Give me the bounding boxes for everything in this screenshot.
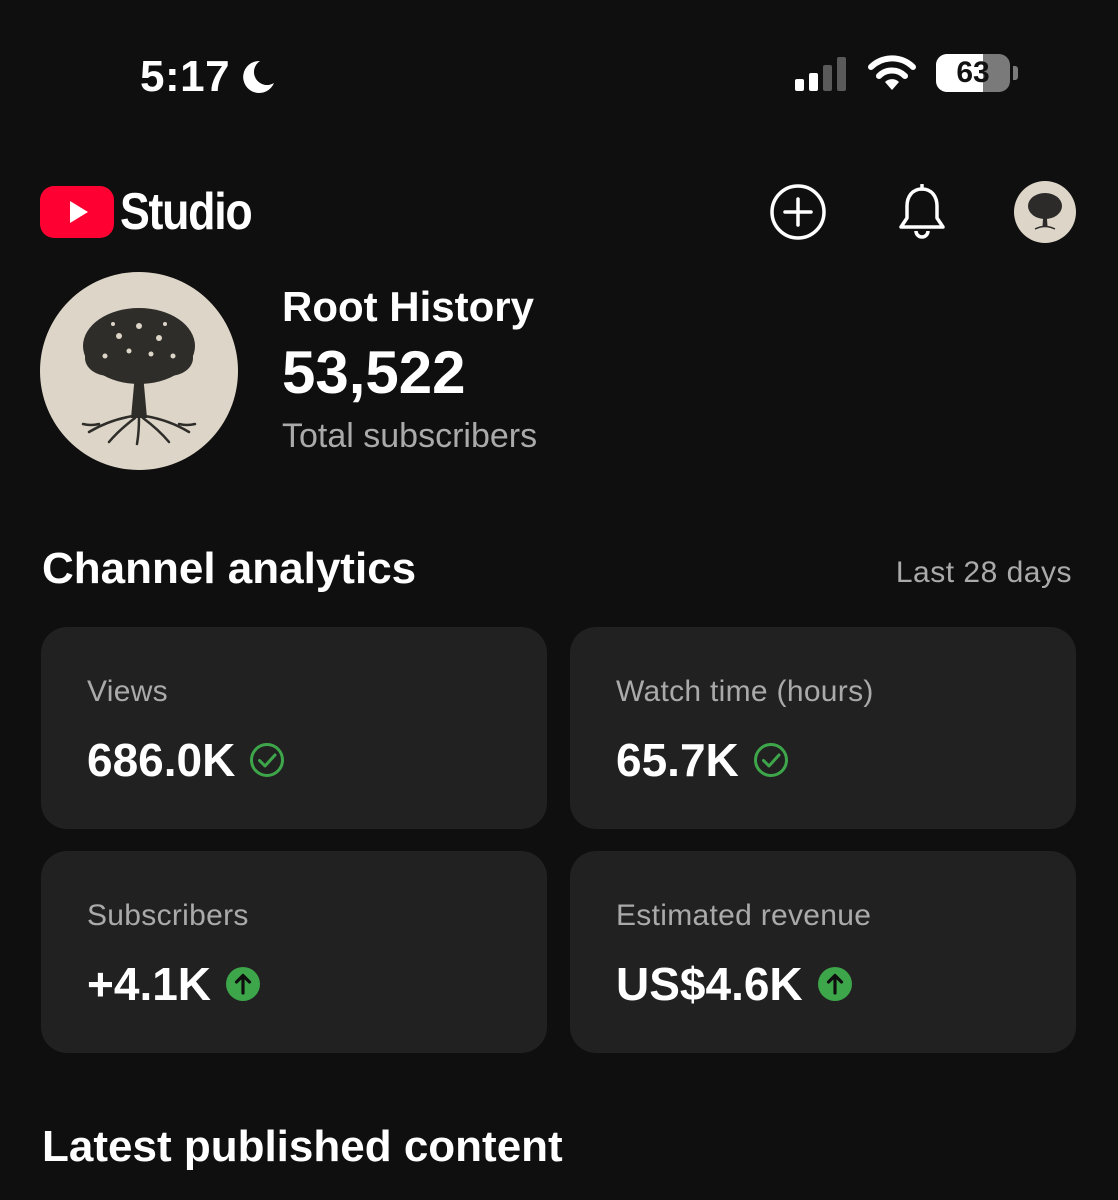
channel-analytics-title: Channel analytics — [42, 544, 417, 593]
battery-percent: 63 — [956, 56, 990, 89]
studio-home-screen: 5:17 63 Studio Root History 53,522 Total… — [0, 0, 1118, 1200]
arrow-up-circle-icon — [817, 966, 853, 1002]
app-header: Studio — [40, 178, 1076, 246]
channel-avatar[interactable] — [40, 272, 238, 470]
studio-logo[interactable]: Studio — [40, 182, 273, 242]
card-label: Watch time (hours) — [616, 675, 874, 708]
watch-time-card[interactable]: Watch time (hours) 65.7K — [570, 627, 1076, 829]
check-circle-icon — [249, 742, 285, 778]
bell-icon — [899, 184, 945, 239]
battery-icon: 63 — [936, 54, 1010, 92]
check-circle-icon — [753, 742, 789, 778]
header-actions — [766, 180, 1076, 244]
youtube-play-icon — [40, 186, 114, 238]
card-value: US$4.6K — [616, 958, 803, 1010]
views-card[interactable]: Views 686.0K — [41, 627, 547, 829]
tree-logo-icon — [81, 308, 197, 446]
channel-info: Root History 53,522 Total subscribers — [282, 272, 537, 470]
time-text: 5:17 — [140, 52, 231, 101]
add-circle-icon — [770, 184, 826, 240]
card-value: 686.0K — [87, 734, 236, 786]
analytics-period: Last 28 days — [895, 556, 1072, 589]
card-label: Subscribers — [87, 899, 249, 932]
notifications-button[interactable] — [890, 180, 954, 244]
status-indicators: 63 — [795, 54, 1018, 92]
card-label: Estimated revenue — [616, 899, 872, 932]
estimated-revenue-card[interactable]: Estimated revenue US$4.6K — [570, 851, 1076, 1053]
channel-name: Root History — [282, 283, 534, 330]
subscribers-card[interactable]: Subscribers +4.1K — [41, 851, 547, 1053]
subscriber-label: Total subscribers — [282, 417, 538, 455]
moon-icon — [243, 60, 275, 93]
card-value: +4.1K — [87, 958, 212, 1010]
wifi-icon — [868, 55, 916, 90]
status-time: 5:17 — [140, 52, 278, 102]
tree-logo-icon — [1028, 193, 1062, 230]
card-value: 65.7K — [616, 734, 739, 786]
channel-summary: Root History 53,522 Total subscribers — [40, 272, 537, 470]
subscriber-count: 53,522 — [282, 339, 466, 406]
card-label: Views — [87, 675, 168, 708]
arrow-up-circle-icon — [225, 966, 261, 1002]
latest-content-title: Latest published content — [42, 1122, 563, 1171]
create-button[interactable] — [766, 180, 830, 244]
cellular-signal-icon — [795, 55, 846, 91]
battery-nub — [1013, 66, 1018, 80]
logo-text: Studio — [120, 183, 253, 241]
account-avatar[interactable] — [1014, 181, 1076, 243]
